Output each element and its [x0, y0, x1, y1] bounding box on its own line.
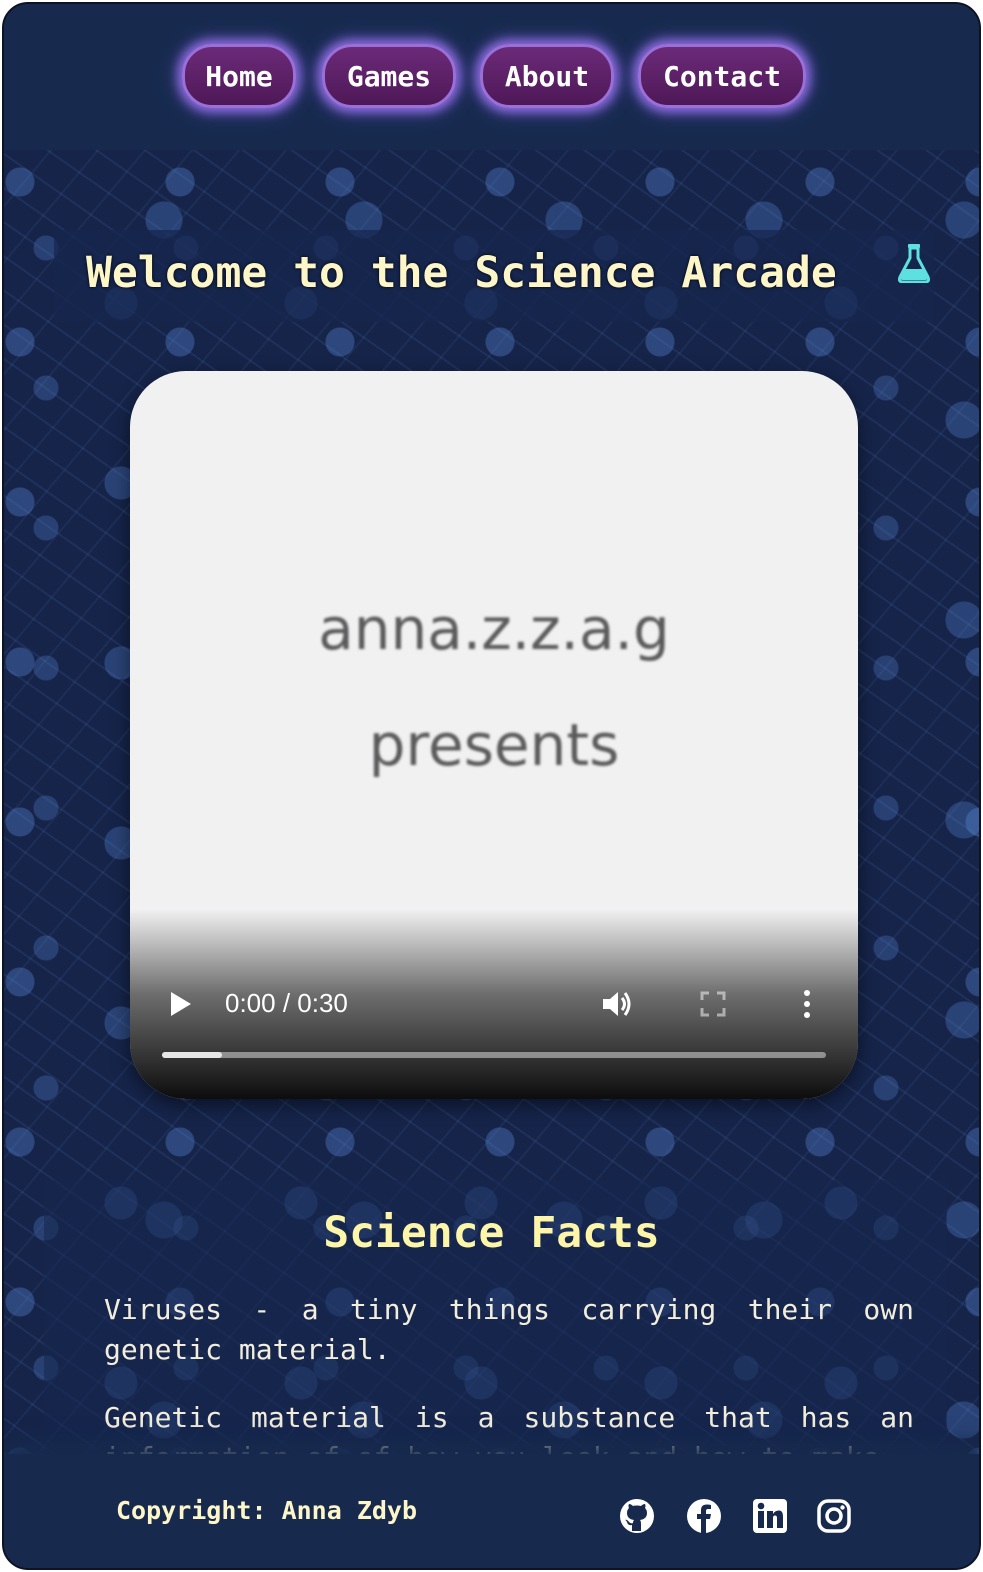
copyright-text: Copyright: Anna Zdyb [116, 1496, 418, 1525]
fact-paragraph: Viruses - a tiny things carrying their o… [104, 1293, 914, 1366]
nav-games-button[interactable]: Games [322, 44, 456, 108]
more-options-icon[interactable] [802, 989, 812, 1019]
page-title: Welcome to the Science Arcade [86, 248, 837, 298]
video-frame-text-line2: presents [368, 711, 620, 779]
nav-contact-button[interactable]: Contact [638, 44, 806, 108]
fullscreen-icon[interactable] [700, 991, 726, 1017]
video-frame-text-line1: anna.z.z.a.g [318, 595, 670, 663]
video-progress-bar[interactable] [162, 1052, 826, 1058]
linkedin-icon[interactable] [752, 1498, 788, 1534]
video-player[interactable]: anna.z.z.a.g presents 0:00 / 0:30 [130, 371, 858, 1099]
github-icon[interactable] [619, 1498, 655, 1534]
video-progress-fill [162, 1052, 222, 1058]
facts-title: Science Facts [323, 1208, 660, 1258]
play-icon[interactable] [170, 991, 192, 1017]
video-time: 0:00 / 0:30 [225, 988, 348, 1018]
footer: Copyright: Anna Zdyb [4, 1454, 979, 1568]
top-nav: Home Games About Contact [4, 4, 979, 150]
nav-about-button[interactable]: About [480, 44, 614, 108]
instagram-icon[interactable] [816, 1498, 852, 1534]
facebook-icon[interactable] [686, 1498, 722, 1534]
flask-icon [897, 244, 931, 283]
main-content: Welcome to the Science Arcade anna.z.z.a… [4, 150, 979, 1474]
app-frame: Home Games About Contact Welcome to the … [2, 2, 981, 1570]
volume-icon[interactable] [600, 987, 634, 1021]
nav-home-button[interactable]: Home [182, 44, 296, 108]
